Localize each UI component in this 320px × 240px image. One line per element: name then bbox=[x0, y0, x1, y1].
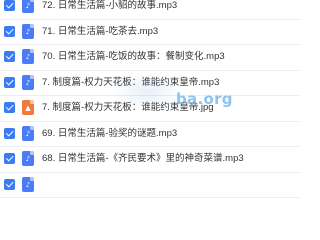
file-row[interactable]: ♪ 70. 日常生活篇-吃饭的故事：餐制变化.mp3 bbox=[0, 45, 300, 71]
checkbox-checked[interactable] bbox=[4, 0, 15, 11]
image-file-icon: ▲ bbox=[22, 100, 34, 115]
file-row[interactable]: ♪ 72. 日常生活篇-小貂的故事.mp3 bbox=[0, 0, 300, 20]
checkbox-checked[interactable] bbox=[4, 127, 15, 139]
music-file-icon: ♪ bbox=[22, 23, 34, 39]
file-row[interactable]: ♪ bbox=[0, 173, 300, 198]
file-name: 72. 日常生活篇-小貂的故事.mp3 bbox=[42, 0, 178, 11]
checkbox-checked[interactable] bbox=[4, 51, 15, 62]
file-row[interactable]: ♪ 71. 日常生活篇-吃茶去.mp3 bbox=[0, 20, 300, 45]
file-name: 70. 日常生活篇-吃饭的故事：餐制变化.mp3 bbox=[42, 51, 225, 62]
file-name: 68. 日常生活篇-《齐民要术》里的神奇菜谱.mp3 bbox=[42, 153, 244, 164]
music-file-icon: ♪ bbox=[22, 151, 34, 166]
checkbox-checked[interactable] bbox=[4, 102, 15, 113]
checkbox-checked[interactable] bbox=[4, 25, 15, 37]
checkbox-checked[interactable] bbox=[4, 76, 15, 88]
watermark-glow bbox=[112, 72, 182, 112]
music-file-icon: ♪ bbox=[22, 49, 34, 64]
file-row[interactable]: ♪ 69. 日常生活篇-验奖的谜题.mp3 bbox=[0, 122, 300, 147]
music-file-icon: ♪ bbox=[22, 0, 34, 13]
checkbox-checked[interactable] bbox=[4, 153, 15, 164]
file-row[interactable]: ♪ 68. 日常生活篇-《齐民要术》里的神奇菜谱.mp3 bbox=[0, 147, 300, 173]
music-file-icon: ♪ bbox=[22, 176, 34, 192]
checkbox-checked[interactable] bbox=[4, 178, 15, 190]
music-file-icon: ♪ bbox=[22, 74, 34, 90]
file-name: 69. 日常生活篇-验奖的谜题.mp3 bbox=[42, 127, 178, 139]
file-name: 71. 日常生活篇-吃茶去.mp3 bbox=[42, 25, 159, 37]
music-file-icon: ♪ bbox=[22, 125, 34, 141]
watermark: ba.org bbox=[176, 90, 233, 108]
